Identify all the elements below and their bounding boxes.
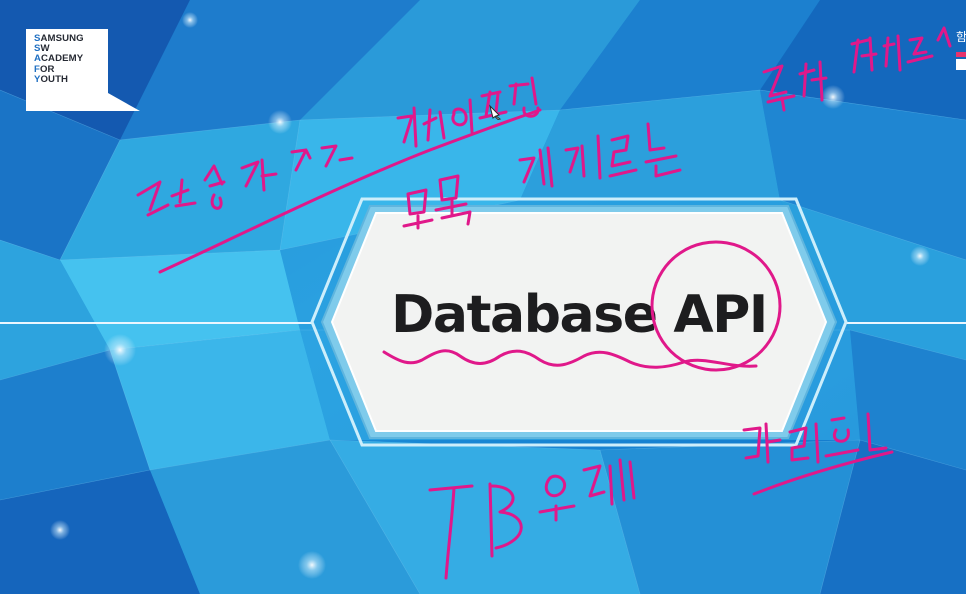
logo-line: YOUTH <box>34 73 69 85</box>
pen-cursor-icon <box>489 104 502 120</box>
right-divider-line <box>846 322 966 324</box>
slide-title: Database API <box>391 285 768 345</box>
corner-cropped-text: 함 <box>956 30 966 44</box>
samsung-academy-logo: SAMSUNG SW ACADEMY FOR YOUTH <box>26 29 140 111</box>
corner-brand-icon <box>956 52 966 70</box>
slide: SAMSUNG SW ACADEMY FOR YOUTH 함 Database … <box>0 0 966 594</box>
title-hexagon-banner: Database API <box>310 197 848 447</box>
left-divider-line <box>0 322 312 324</box>
logo-text: SAMSUNG SW ACADEMY FOR YOUTH <box>34 33 84 85</box>
